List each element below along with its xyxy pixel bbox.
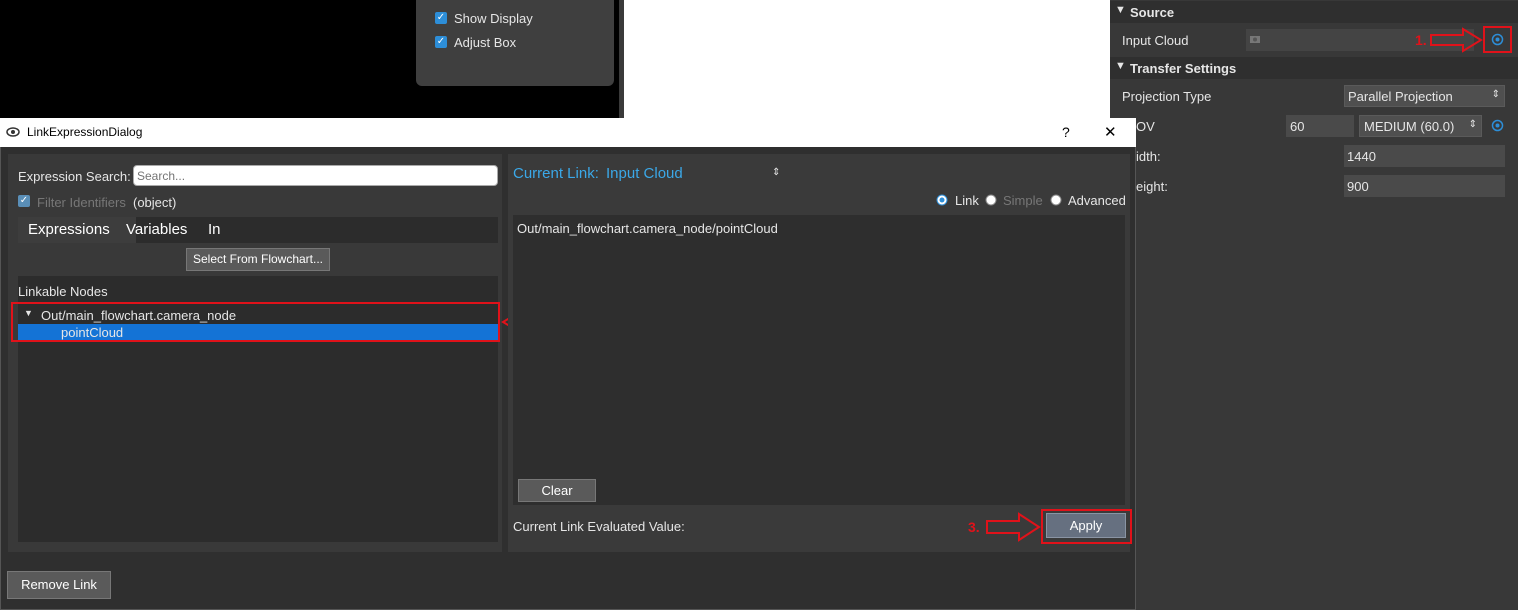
check-icon: ✓ [436, 12, 446, 23]
fov-preset-value: MEDIUM (60.0) [1364, 119, 1455, 134]
arrow-right-icon [1430, 27, 1483, 53]
projection-type-value: Parallel Projection [1348, 89, 1453, 104]
radio-simple[interactable] [985, 194, 997, 206]
fov-preset-select[interactable]: MEDIUM (60.0) ⇕ [1359, 115, 1482, 137]
link-target-icon[interactable] [1491, 33, 1504, 46]
transfer-section-header[interactable]: ▼ Transfer Settings [1110, 57, 1518, 79]
select-from-flowchart-button[interactable]: Select From Flowchart... [186, 248, 330, 271]
radio-simple-label: Simple [1003, 193, 1043, 208]
width-value: 1440 [1347, 149, 1376, 164]
clear-button[interactable]: Clear [518, 479, 596, 502]
transfer-header-label: Transfer Settings [1130, 61, 1237, 76]
app-eye-icon [6, 127, 20, 137]
source-header-label: Source [1130, 5, 1175, 20]
height-value: 900 [1347, 179, 1369, 194]
dialog-title: LinkExpressionDialog [27, 125, 143, 139]
help-button[interactable]: ? [1062, 124, 1070, 140]
display-options-popup: ✓ Show Display ✓ Adjust Box [416, 0, 614, 86]
apply-button[interactable]: Apply [1046, 513, 1126, 538]
current-link-select[interactable]: Input Cloud ⇕ [604, 162, 784, 184]
collapse-triangle-icon: ▼ [1115, 4, 1126, 16]
check-icon: ✓ [436, 36, 446, 47]
check-icon: ✓ [19, 195, 29, 206]
projection-type-select[interactable]: Parallel Projection ⇕ [1344, 85, 1505, 107]
adjust-box-label: Adjust Box [454, 35, 517, 50]
fov-input[interactable]: 60 [1286, 115, 1354, 137]
tab-variables[interactable]: Variables [116, 217, 197, 243]
show-display-checkbox[interactable]: ✓ [435, 12, 447, 24]
arrow-right-icon [986, 512, 1041, 542]
expression-editor[interactable]: Out/main_flowchart.camera_node/pointClou… [513, 215, 1125, 505]
collapse-triangle-icon: ▼ [1115, 60, 1126, 72]
fov-label: OV [1136, 119, 1155, 134]
filter-identifiers-checkbox[interactable]: ✓ [18, 195, 30, 207]
adjust-box-checkbox[interactable]: ✓ [435, 36, 447, 48]
step-3-label: 3. [968, 519, 980, 535]
show-display-label: Show Display [454, 11, 533, 26]
remove-link-button[interactable]: Remove Link [7, 571, 111, 599]
radio-link[interactable] [936, 194, 948, 206]
radio-advanced[interactable] [1050, 194, 1062, 206]
width-input[interactable]: 1440 [1344, 145, 1505, 167]
source-section-header[interactable]: ▼ Source [1110, 1, 1518, 23]
spin-arrows-icon: ⇕ [772, 167, 781, 178]
radio-advanced-label: Advanced [1068, 193, 1126, 208]
filter-object-label: (object) [133, 195, 177, 210]
link-target-icon[interactable] [1491, 119, 1504, 132]
dialog-titlebar[interactable]: LinkExpressionDialog ? ✕ [0, 118, 1136, 147]
input-cloud-label: Input Cloud [1122, 33, 1189, 48]
step-1-label: 1. [1415, 32, 1427, 48]
radio-link-label: Link [955, 193, 979, 208]
camera-icon [1250, 36, 1260, 43]
tab-in[interactable]: In [198, 217, 231, 243]
evaluated-value-label: Current Link Evaluated Value: [513, 519, 685, 534]
expression-search-input[interactable] [133, 165, 498, 186]
linkable-nodes-label: Linkable Nodes [18, 284, 108, 299]
height-label: eight: [1136, 179, 1168, 194]
projection-type-label: Projection Type [1122, 89, 1212, 104]
spin-arrows-icon: ⇕ [1468, 119, 1477, 130]
expression-search-label: Expression Search: [18, 169, 131, 184]
expression-text: Out/main_flowchart.camera_node/pointClou… [517, 221, 778, 236]
current-link-value: Input Cloud [606, 165, 683, 182]
width-label: idth: [1136, 149, 1161, 164]
height-input[interactable]: 900 [1344, 175, 1505, 197]
spin-arrows-icon: ⇕ [1491, 89, 1500, 100]
pane-tabs: Expressions Variables In [18, 217, 498, 243]
filter-identifiers-label: Filter Identifiers [37, 195, 126, 210]
tree-highlight-box [11, 302, 500, 342]
viewport-white [624, 0, 1110, 118]
fov-value: 60 [1290, 119, 1305, 134]
current-link-label: Current Link: [513, 165, 599, 182]
close-icon[interactable]: ✕ [1104, 123, 1117, 141]
